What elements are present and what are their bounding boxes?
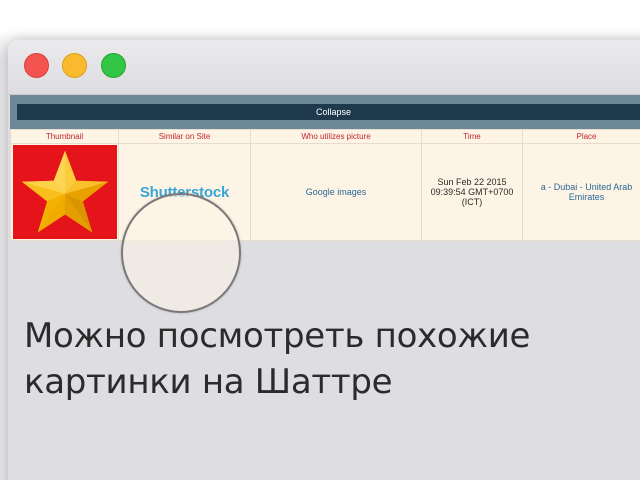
time-value: Sun Feb 22 2015 09:39:54 GMT+0700 (ICT) [430, 177, 514, 207]
place-cell: a - Dubai - United Arab Emirates [522, 143, 640, 241]
time-cell: Sun Feb 22 2015 09:39:54 GMT+0700 (ICT) [421, 143, 523, 241]
caption-line-1: Можно посмотреть похожие [24, 316, 531, 356]
who-utilizes-cell: Google images [250, 143, 422, 241]
window-content: Collapse Thumbnail Similar on Site Who u… [8, 95, 640, 480]
caption-line-2: картинки на Шаттре [24, 362, 393, 402]
column-header-thumbnail: Thumbnail [10, 129, 119, 144]
column-header-time: Time [421, 129, 523, 144]
browser-window: Collapse Thumbnail Similar on Site Who u… [8, 40, 640, 480]
promo-stage: Collapse Thumbnail Similar on Site Who u… [0, 0, 640, 480]
column-header-similar: Similar on Site [118, 129, 251, 144]
collapse-bar: Collapse [10, 95, 640, 129]
magnifier-highlight [121, 193, 241, 313]
window-titlebar [8, 40, 640, 95]
close-window-button[interactable] [24, 53, 49, 78]
thumbnail-image[interactable] [12, 145, 117, 239]
column-header-place: Place [522, 129, 640, 144]
collapse-button[interactable]: Collapse [17, 104, 640, 120]
place-link[interactable]: a - Dubai - United Arab Emirates [541, 182, 633, 202]
google-images-link[interactable]: Google images [306, 187, 367, 197]
table-header-row: Thumbnail Similar on Site Who utilizes p… [10, 129, 640, 144]
zoom-window-button[interactable] [101, 53, 126, 78]
table-row: Shutterstock Google images Sun Feb 22 20… [10, 143, 640, 241]
column-header-who: Who utilizes picture [250, 129, 422, 144]
results-table: Thumbnail Similar on Site Who utilizes p… [10, 129, 640, 241]
search-report: Collapse Thumbnail Similar on Site Who u… [10, 95, 640, 241]
promo-caption: Можно посмотреть похожие картинки на Шат… [24, 313, 624, 405]
thumbnail-cell [10, 143, 119, 241]
minimize-window-button[interactable] [62, 53, 87, 78]
star-icon [21, 150, 108, 233]
